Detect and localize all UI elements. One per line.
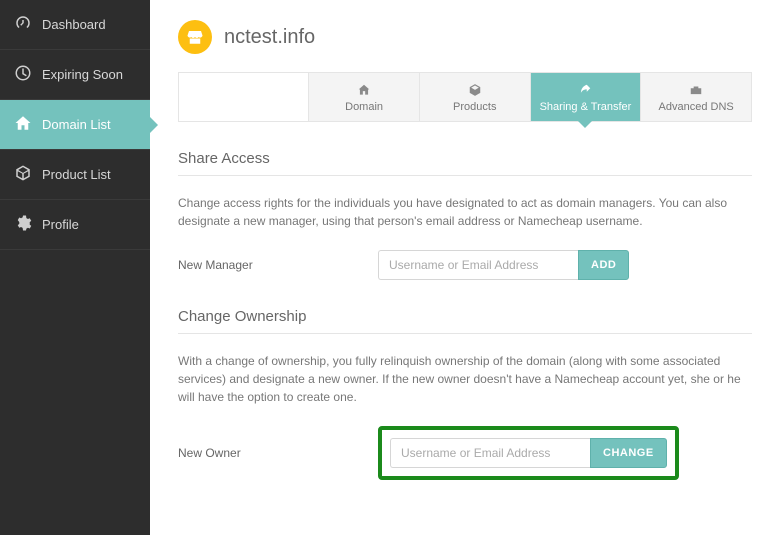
- new-manager-label: New Manager: [178, 258, 378, 272]
- change-owner-button[interactable]: CHANGE: [590, 438, 667, 468]
- house-icon: [315, 83, 413, 97]
- tab-label: Advanced DNS: [659, 101, 734, 113]
- add-manager-button[interactable]: ADD: [578, 250, 629, 280]
- sidebar-item-product-list[interactable]: Product List: [0, 150, 150, 200]
- change-ownership-title: Change Ownership: [178, 308, 752, 334]
- sidebar-item-label: Product List: [42, 167, 111, 182]
- highlight-box: CHANGE: [378, 426, 679, 480]
- new-manager-input-group: ADD: [378, 250, 629, 280]
- share-access-description: Change access rights for the individuals…: [178, 194, 752, 230]
- tab-domain[interactable]: Domain: [309, 73, 420, 121]
- change-ownership-description: With a change of ownership, you fully re…: [178, 352, 752, 406]
- sidebar-item-label: Expiring Soon: [42, 67, 123, 82]
- storefront-icon: [178, 20, 212, 54]
- domain-name: nctest.info: [224, 26, 315, 49]
- new-manager-input[interactable]: [378, 250, 578, 280]
- change-ownership-section: Change Ownership With a change of owners…: [178, 308, 752, 480]
- sidebar: Dashboard Expiring Soon Domain List Prod…: [0, 0, 150, 535]
- clock-icon: [14, 64, 32, 85]
- dashboard-icon: [14, 14, 32, 35]
- new-owner-label: New Owner: [178, 446, 378, 460]
- tab-label: Products: [453, 101, 496, 113]
- sidebar-item-label: Domain List: [42, 117, 111, 132]
- new-owner-input-group: CHANGE: [390, 438, 667, 468]
- domain-header: nctest.info: [178, 20, 752, 54]
- box-icon: [426, 83, 524, 97]
- sidebar-item-profile[interactable]: Profile: [0, 200, 150, 250]
- sidebar-item-label: Dashboard: [42, 17, 106, 32]
- tab-spacer: [179, 73, 309, 121]
- main-content: nctest.info Domain Products Sharing & Tr…: [150, 0, 780, 535]
- tab-bar: Domain Products Sharing & Transfer Advan…: [178, 72, 752, 122]
- share-access-title: Share Access: [178, 150, 752, 176]
- sidebar-item-label: Profile: [42, 217, 79, 232]
- share-access-section: Share Access Change access rights for th…: [178, 150, 752, 280]
- toolbox-icon: [647, 83, 745, 97]
- tab-label: Domain: [345, 101, 383, 113]
- tab-label: Sharing & Transfer: [540, 101, 632, 113]
- box-icon: [14, 164, 32, 185]
- gear-icon: [14, 214, 32, 235]
- tab-products[interactable]: Products: [420, 73, 531, 121]
- new-manager-row: New Manager ADD: [178, 250, 752, 280]
- tab-advanced-dns[interactable]: Advanced DNS: [641, 73, 751, 121]
- house-icon: [14, 114, 32, 135]
- sidebar-item-domain-list[interactable]: Domain List: [0, 100, 150, 150]
- new-owner-input[interactable]: [390, 438, 590, 468]
- share-icon: [537, 83, 635, 97]
- tab-sharing-transfer[interactable]: Sharing & Transfer: [531, 73, 642, 121]
- sidebar-item-expiring-soon[interactable]: Expiring Soon: [0, 50, 150, 100]
- new-owner-row: New Owner CHANGE: [178, 426, 752, 480]
- sidebar-item-dashboard[interactable]: Dashboard: [0, 0, 150, 50]
